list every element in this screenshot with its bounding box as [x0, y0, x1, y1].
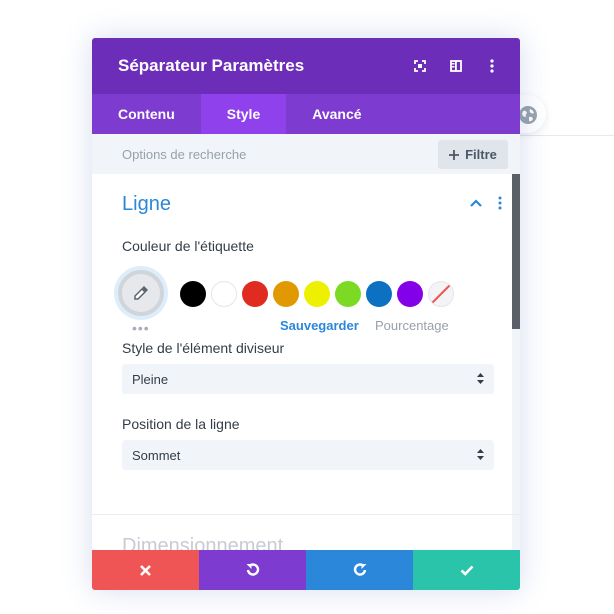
more-vertical-icon — [490, 59, 494, 73]
swatch-yellow[interactable] — [304, 281, 330, 307]
section-title-sizing[interactable]: Dimensionnement — [92, 535, 520, 550]
swatch-white[interactable] — [211, 281, 237, 307]
cancel-button[interactable] — [92, 550, 199, 590]
tab-content[interactable]: Contenu — [92, 94, 201, 134]
settings-content: Ligne Couleur de l'étiquette ••• Sauvega… — [92, 174, 520, 550]
modal-header: Séparateur Paramètres — [92, 38, 520, 94]
swatch-black[interactable] — [180, 281, 206, 307]
modal-title: Séparateur Paramètres — [118, 56, 305, 75]
tab-advanced[interactable]: Avancé — [286, 94, 387, 134]
swatch-orange[interactable] — [273, 281, 299, 307]
select-arrows-icon — [477, 449, 484, 460]
color-swatch-row: ••• Sauvegarder Pourcentage — [92, 270, 520, 340]
section-divider — [92, 514, 520, 515]
filter-button[interactable]: Filtre — [438, 140, 508, 169]
swatch-red[interactable] — [242, 281, 268, 307]
swatch-blue[interactable] — [366, 281, 392, 307]
expand-icon — [414, 60, 426, 72]
divider-style-value: Pleine — [132, 371, 169, 387]
swatch-none[interactable] — [428, 281, 454, 307]
swatch-purple[interactable] — [397, 281, 423, 307]
swatch-green[interactable] — [335, 281, 361, 307]
no-color-icon — [431, 284, 451, 304]
undo-button[interactable] — [199, 550, 306, 590]
line-position-label: Position de la ligne — [122, 416, 240, 432]
checkmark-icon — [460, 565, 473, 576]
more-options-button[interactable] — [474, 38, 510, 94]
modal-footer — [92, 550, 520, 590]
globe-icon — [519, 106, 537, 124]
filter-label: Filtre — [465, 147, 497, 162]
section-title: Ligne — [122, 192, 171, 215]
confirm-button[interactable] — [413, 550, 520, 590]
background-divider — [520, 135, 614, 136]
color-field-label: Couleur de l'étiquette — [122, 238, 254, 254]
undo-icon — [246, 563, 259, 576]
more-vertical-icon[interactable] — [498, 196, 502, 210]
section-header-line[interactable]: Ligne — [92, 174, 520, 234]
search-bar: Options de recherche Filtre — [92, 134, 520, 174]
save-color-link[interactable]: Sauvegarder — [280, 318, 359, 333]
divider-style-select[interactable]: Pleine — [122, 364, 494, 394]
color-picker-button[interactable] — [118, 270, 164, 316]
layout-button[interactable] — [438, 38, 474, 94]
more-swatches-icon[interactable]: ••• — [132, 320, 150, 336]
plus-icon — [449, 149, 460, 160]
line-position-value: Sommet — [132, 447, 181, 463]
percentage-link[interactable]: Pourcentage — [375, 318, 449, 333]
sidebar-layout-icon — [450, 60, 462, 72]
line-position-select[interactable]: Sommet — [122, 440, 494, 470]
close-icon — [140, 564, 151, 576]
divider-style-label: Style de l'élément diviseur — [122, 340, 285, 356]
tab-style[interactable]: Style — [200, 94, 287, 134]
select-arrows-icon — [477, 373, 484, 384]
settings-modal: Séparateur Paramètres Contenu Style Avan… — [92, 38, 520, 590]
chevron-up-icon[interactable] — [470, 199, 482, 207]
redo-icon — [353, 563, 366, 576]
eyedropper-icon — [134, 286, 148, 300]
redo-button[interactable] — [306, 550, 413, 590]
expand-button[interactable] — [402, 38, 438, 94]
tab-bar: Contenu Style Avancé — [92, 94, 520, 134]
